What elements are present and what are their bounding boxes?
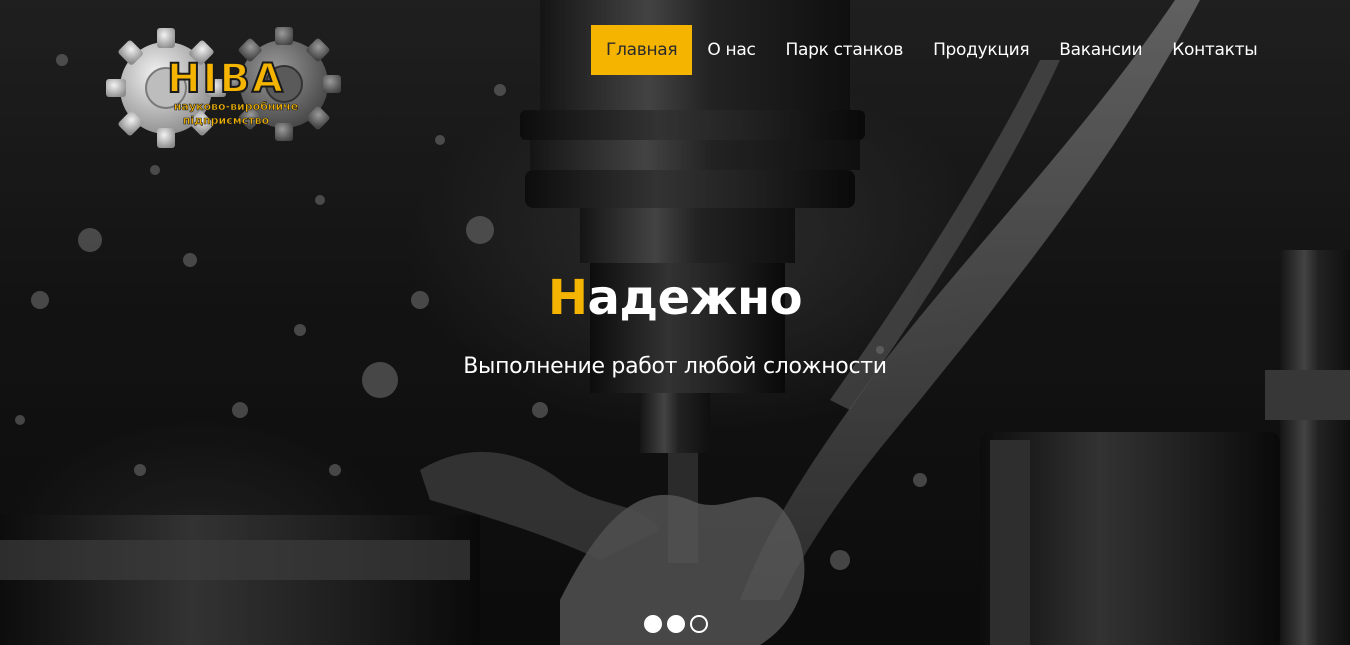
- nav-item-machine-park[interactable]: Парк станков: [771, 25, 919, 75]
- logo-tagline-line2: підприємство: [183, 114, 270, 127]
- hero-slider: НІВА науково-виробниче підприємство Глав…: [0, 0, 1350, 645]
- nav-item-about[interactable]: О нас: [692, 25, 770, 75]
- nav-item-products[interactable]: Продукция: [918, 25, 1044, 75]
- gears-logo-icon: НІВА науково-виробниче підприємство: [106, 27, 341, 148]
- logo-name: НІВА: [167, 56, 285, 102]
- nav-item-home[interactable]: Главная: [591, 25, 693, 75]
- slide-subtitle: Выполнение работ любой сложности: [463, 354, 887, 379]
- company-logo[interactable]: НІВА науково-виробниче підприємство: [104, 26, 344, 150]
- carousel-indicators: [644, 615, 708, 633]
- main-nav: Главная О нас Парк станков Продукция Вак…: [591, 25, 1272, 75]
- nav-item-contacts[interactable]: Контакты: [1157, 25, 1272, 75]
- logo-tagline-line1: науково-виробниче: [174, 100, 298, 113]
- carousel-dot-3[interactable]: [690, 615, 708, 633]
- nav-item-vacancies[interactable]: Вакансии: [1044, 25, 1157, 75]
- carousel-dot-2[interactable]: [667, 615, 685, 633]
- slide-headline: Надежно: [0, 270, 1350, 326]
- carousel-dot-1[interactable]: [644, 615, 662, 633]
- slide-headline-rest: адежно: [587, 270, 803, 326]
- slide-headline-first-letter: Н: [547, 270, 588, 326]
